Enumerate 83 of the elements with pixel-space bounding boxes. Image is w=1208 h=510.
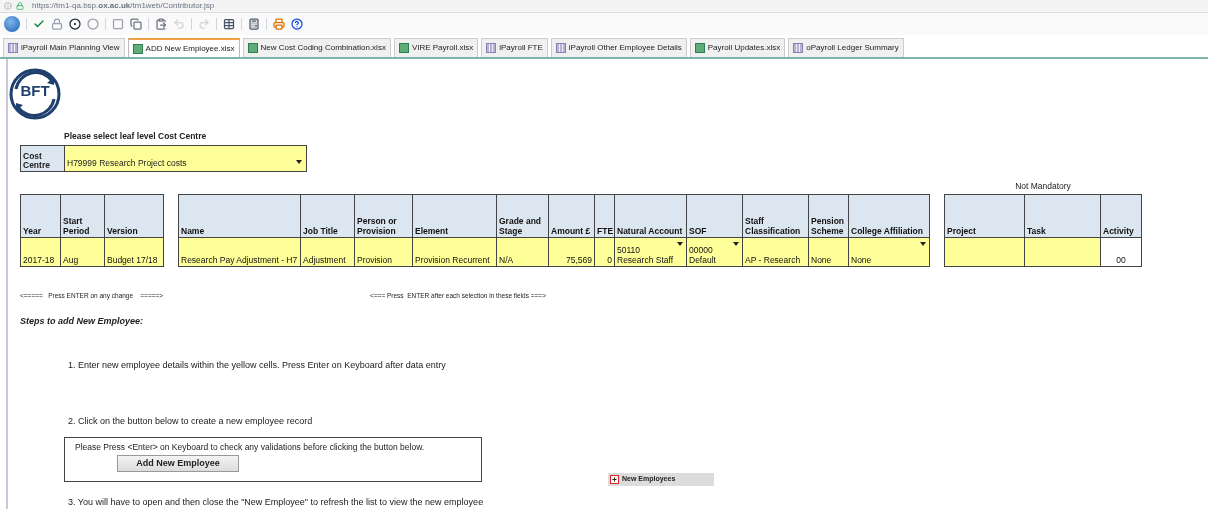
table-cell[interactable]: 00000 Default [687,238,743,267]
table-cell[interactable]: Aug [61,238,105,267]
address-bar[interactable]: https://tm1-qa.bsp.ox.ac.uk/tm1web/Contributor.jsp [0,0,1208,13]
cost-centre-label: Cost Centre [21,145,65,171]
logo-text: BFT [20,83,50,100]
url-text: https://tm1-qa.bsp.ox.ac.uk/tm1web/Contributor.jsp [32,0,215,12]
column-header: Project [945,195,1025,238]
grid-icon [486,43,497,53]
spreadsheet-icon [398,43,409,53]
circle-icon[interactable] [87,18,99,30]
tab[interactable]: iPayroll Other Employee Details [550,38,687,57]
tab[interactable]: iPayroll Main Planning View [3,38,125,57]
paste-icon[interactable] [155,18,167,30]
step-text: 2. Click on the button below to create a new employee record [68,415,314,428]
column-header: Grade and Stage [497,195,549,238]
tab[interactable]: ADD New Employee.xlsx [127,38,240,57]
table-cell[interactable]: None [809,238,849,267]
dropdown-arrow-icon [733,242,739,247]
grid-icon [8,43,18,53]
lock-icon [16,2,24,10]
check-icon[interactable] [33,18,45,30]
validation-note: Please Press <Enter> on Keyboard to check any validations before clicking the button below. [75,440,426,454]
not-mandatory-label: Not Mandatory [1015,179,1071,193]
table-cell[interactable]: N/A [497,238,549,267]
record-icon[interactable] [69,18,81,30]
column-header: Job Title [301,195,355,238]
lock-icon[interactable] [51,18,63,30]
column-header: College Affiliation [849,195,929,238]
table-cell[interactable]: Budget 17/18 [105,238,163,267]
menu-globe-icon[interactable] [4,16,20,32]
tab[interactable]: New Cost Coding Combination.xlsx [242,38,391,57]
table-cell[interactable]: Provision [355,238,413,267]
column-header: Natural Account [615,195,687,238]
copy-icon[interactable] [130,18,142,30]
spreadsheet-icon [132,43,143,54]
table-cell[interactable] [945,238,1025,267]
table-icon[interactable] [223,18,235,30]
tab[interactable]: iPayroll FTE [481,38,548,57]
dropdown-arrow-icon [920,242,926,247]
steps-heading: Steps to add New Employee: [20,315,145,328]
column-header: Name [179,195,301,238]
dropdown-arrow-icon [296,159,302,164]
square-icon[interactable] [112,18,124,30]
calculator-icon[interactable] [248,18,260,30]
column-header: Staff Classification [743,195,809,238]
cost-centre-prompt: Please select leaf level Cost Centre [64,129,208,143]
column-header: Version [105,195,163,238]
help-icon[interactable] [291,18,303,30]
add-new-employee-button[interactable]: Add New Employee [117,455,239,473]
tab[interactable]: oPayroll Ledger Summary [788,38,904,57]
column-header: Start Period [61,195,105,238]
spreadsheet-icon [694,43,705,53]
table-cell[interactable]: Provision Recurrent [413,238,497,267]
table-cell[interactable]: None [849,238,929,267]
step-text: 1. Enter new employee details within the yellow cells. Press Enter on Keyboard after data entry [68,358,447,372]
printer-icon[interactable] [273,18,285,30]
table-cell[interactable]: 50110 Research Staff [615,238,687,267]
table-cell[interactable]: Adjustment [301,238,355,267]
column-header: Year [21,195,61,238]
table-cell[interactable] [1025,238,1101,267]
logo-ring-icon [8,67,62,121]
tab[interactable]: VIRE Payroll.xlsx [393,38,479,57]
dropdown-arrow-icon [677,242,683,247]
info-icon [4,2,12,10]
cost-centre-dropdown[interactable]: H79999 Research Project costs [65,145,306,171]
step-text: 3. You will have to open and then close the "New Employee" to refresh the list to view the new employee [68,495,485,509]
column-header: Activity [1101,195,1141,238]
tab[interactable]: Payroll Updates.xlsx [689,38,786,57]
table-cell[interactable]: Research Pay Adjustment - H7 [179,238,301,267]
column-header: SOF [687,195,743,238]
table-cell[interactable]: AP - Research [743,238,809,267]
table-cell[interactable]: 75,569 [549,238,595,267]
column-header: FTE [595,195,615,238]
column-header: Task [1025,195,1101,238]
spreadsheet-icon [247,43,258,53]
column-header: Person or Provision [355,195,413,238]
column-header: Element [413,195,497,238]
grid-icon [793,43,804,53]
column-header: Pension Scheme [809,195,849,238]
grid-icon [555,43,566,53]
table-cell[interactable]: 2017-18 [21,238,61,267]
table-cell[interactable]: 0 [595,238,615,267]
column-header: Amount £ [549,195,595,238]
